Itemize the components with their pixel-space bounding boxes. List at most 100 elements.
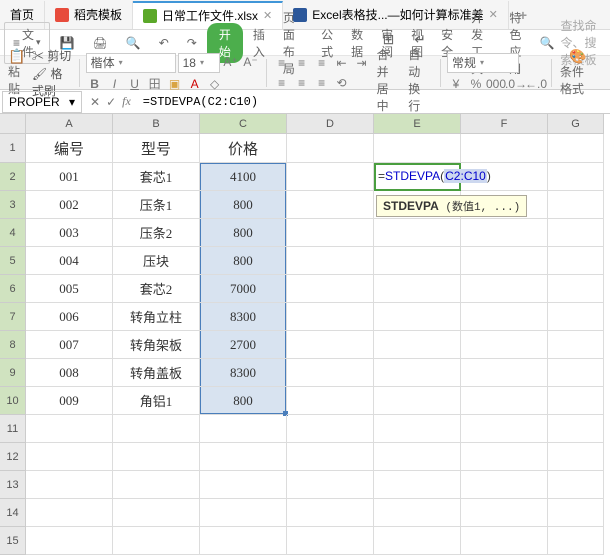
cell[interactable] bbox=[287, 443, 374, 471]
cell[interactable] bbox=[26, 443, 113, 471]
cell[interactable]: 型号 bbox=[113, 134, 200, 163]
cell[interactable]: 001 bbox=[26, 163, 113, 191]
font-grow-button[interactable]: A⁺ bbox=[222, 53, 240, 71]
cell[interactable]: 8300 bbox=[200, 359, 287, 387]
cell[interactable]: 800 bbox=[200, 247, 287, 275]
qat-preview[interactable]: 🔍 bbox=[118, 33, 149, 53]
qat-undo[interactable]: ↶ bbox=[151, 33, 177, 53]
cell[interactable]: 002 bbox=[26, 191, 113, 219]
cell[interactable] bbox=[374, 471, 461, 499]
col-header[interactable]: B bbox=[113, 114, 200, 134]
cell[interactable]: 800 bbox=[200, 191, 287, 219]
cell[interactable] bbox=[461, 359, 548, 387]
cell[interactable] bbox=[287, 163, 374, 191]
cell[interactable] bbox=[548, 219, 604, 247]
close-icon[interactable]: ✕ bbox=[263, 9, 272, 22]
cell[interactable]: 转角盖板 bbox=[113, 359, 200, 387]
cell[interactable] bbox=[548, 471, 604, 499]
cell[interactable] bbox=[461, 247, 548, 275]
cell[interactable] bbox=[461, 499, 548, 527]
cell[interactable] bbox=[113, 415, 200, 443]
cell[interactable] bbox=[113, 443, 200, 471]
row-header[interactable]: 5 bbox=[0, 247, 26, 275]
cell[interactable]: 8300 bbox=[200, 303, 287, 331]
indent-dec-button[interactable]: ⇤ bbox=[333, 54, 351, 72]
row-header[interactable]: 4 bbox=[0, 219, 26, 247]
cell[interactable] bbox=[287, 134, 374, 163]
cell[interactable] bbox=[548, 247, 604, 275]
cell[interactable]: 角铝1 bbox=[113, 387, 200, 415]
cell[interactable] bbox=[287, 471, 374, 499]
percent-button[interactable]: % bbox=[467, 75, 485, 93]
formula-input[interactable]: =STDEVPA(C2:C10) bbox=[137, 95, 610, 109]
font-name-select[interactable]: 楷体▾ bbox=[86, 53, 176, 73]
underline-button[interactable]: U bbox=[126, 75, 144, 93]
cell[interactable] bbox=[287, 247, 374, 275]
cell[interactable]: 800 bbox=[200, 219, 287, 247]
cell[interactable] bbox=[287, 303, 374, 331]
cell[interactable] bbox=[548, 191, 604, 219]
cell[interactable] bbox=[26, 471, 113, 499]
formula-accept-button[interactable]: ✓ bbox=[106, 95, 116, 109]
search-icon[interactable]: 🔍 bbox=[540, 36, 555, 50]
cell[interactable] bbox=[200, 415, 287, 443]
cell[interactable]: 006 bbox=[26, 303, 113, 331]
cell[interactable] bbox=[548, 387, 604, 415]
cut-button[interactable]: ✂ 剪切 bbox=[32, 47, 73, 64]
cell[interactable] bbox=[548, 163, 604, 191]
col-header[interactable]: C bbox=[200, 114, 287, 134]
cell[interactable] bbox=[287, 387, 374, 415]
cell[interactable] bbox=[287, 331, 374, 359]
row-header[interactable]: 7 bbox=[0, 303, 26, 331]
cell[interactable] bbox=[461, 471, 548, 499]
cell[interactable]: 009 bbox=[26, 387, 113, 415]
cell[interactable] bbox=[374, 219, 461, 247]
cell[interactable] bbox=[287, 359, 374, 387]
cell[interactable]: 编号 bbox=[26, 134, 113, 163]
cell[interactable]: 800 bbox=[200, 387, 287, 415]
col-header[interactable]: G bbox=[548, 114, 604, 134]
cell[interactable] bbox=[461, 443, 548, 471]
cell[interactable]: 套芯1 bbox=[113, 163, 200, 191]
tab-templates[interactable]: 稻壳模板 bbox=[45, 1, 133, 29]
row-header[interactable]: 2 bbox=[0, 163, 26, 191]
cell[interactable] bbox=[374, 415, 461, 443]
cell[interactable] bbox=[374, 499, 461, 527]
row-header[interactable]: 3 bbox=[0, 191, 26, 219]
cell[interactable] bbox=[113, 471, 200, 499]
cell[interactable]: 004 bbox=[26, 247, 113, 275]
fx-button[interactable]: fx bbox=[122, 94, 131, 109]
font-size-select[interactable]: 18▾ bbox=[178, 53, 220, 73]
cell[interactable] bbox=[461, 219, 548, 247]
cell[interactable] bbox=[548, 134, 604, 163]
orient-button[interactable]: ⟲ bbox=[333, 74, 351, 92]
cell[interactable] bbox=[461, 303, 548, 331]
col-header[interactable]: A bbox=[26, 114, 113, 134]
cell[interactable]: 转角架板 bbox=[113, 331, 200, 359]
select-all-corner[interactable] bbox=[0, 114, 26, 134]
cell[interactable] bbox=[287, 415, 374, 443]
indent-inc-button[interactable]: ⇥ bbox=[353, 54, 371, 72]
row-header[interactable]: 8 bbox=[0, 331, 26, 359]
cell[interactable]: 7000 bbox=[200, 275, 287, 303]
qat-print[interactable]: 🖨 bbox=[85, 33, 116, 53]
cell[interactable] bbox=[374, 134, 461, 163]
cell[interactable] bbox=[200, 443, 287, 471]
align-left-button[interactable]: ≡ bbox=[273, 74, 291, 92]
cell[interactable] bbox=[287, 499, 374, 527]
align-center-button[interactable]: ≡ bbox=[293, 74, 311, 92]
cell[interactable] bbox=[374, 387, 461, 415]
cell[interactable]: 003 bbox=[26, 219, 113, 247]
cell[interactable] bbox=[548, 499, 604, 527]
cell[interactable]: 套芯2 bbox=[113, 275, 200, 303]
cell[interactable] bbox=[548, 275, 604, 303]
cell[interactable] bbox=[374, 303, 461, 331]
col-header[interactable]: F bbox=[461, 114, 548, 134]
align-mid-button[interactable]: ≡ bbox=[293, 54, 311, 72]
cell[interactable] bbox=[548, 359, 604, 387]
fill-color-button[interactable]: ▣ bbox=[166, 75, 184, 93]
border-button[interactable]: 田 bbox=[146, 75, 164, 93]
font-shrink-button[interactable]: A⁻ bbox=[242, 53, 260, 71]
font-color-button[interactable]: A bbox=[186, 75, 204, 93]
cell[interactable] bbox=[287, 191, 374, 219]
